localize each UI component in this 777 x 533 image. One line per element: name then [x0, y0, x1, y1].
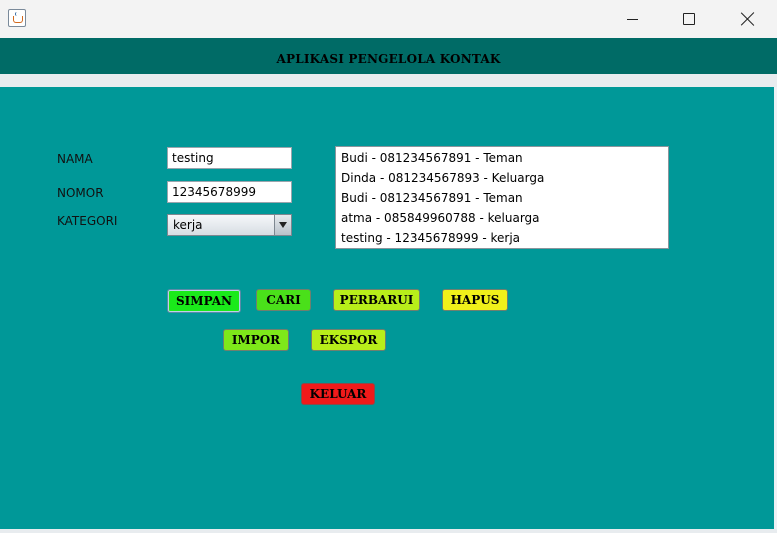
kategori-label: KATEGORI — [57, 214, 118, 228]
nama-label: NAMA — [57, 152, 93, 166]
close-icon — [741, 12, 755, 26]
window-titlebar — [0, 0, 777, 38]
list-item[interactable]: Budi - 081234567891 - Teman — [336, 188, 668, 208]
ekspor-button[interactable]: EKSPOR — [311, 329, 386, 351]
keluar-button[interactable]: KELUAR — [301, 383, 375, 405]
minimize-button[interactable] — [609, 0, 655, 38]
page-title: APLIKASI PENGELOLA KONTAK — [276, 52, 501, 66]
nama-input[interactable] — [167, 147, 292, 169]
simpan-button[interactable]: SIMPAN — [167, 289, 241, 313]
cari-button[interactable]: CARI — [256, 289, 311, 311]
header-separator — [0, 74, 777, 87]
java-cup-icon[interactable] — [8, 9, 26, 27]
hapus-button[interactable]: HAPUS — [442, 289, 508, 311]
list-item[interactable]: Budi - 081234567891 - Teman — [336, 148, 668, 168]
minimize-icon — [626, 18, 638, 20]
maximize-icon — [683, 13, 695, 25]
maximize-button[interactable] — [666, 0, 712, 38]
close-button[interactable] — [725, 0, 771, 38]
list-item[interactable]: atma - 085849960788 - keluarga — [336, 208, 668, 228]
app-header: APLIKASI PENGELOLA KONTAK — [0, 38, 777, 74]
list-item[interactable]: testing - 12345678999 - kerja — [336, 228, 668, 248]
window-bottom-border — [0, 529, 777, 533]
kategori-select[interactable]: kerja — [167, 214, 292, 236]
list-item[interactable]: Dinda - 081234567893 - Keluarga — [336, 168, 668, 188]
kategori-selected-value: kerja — [173, 218, 203, 232]
nomor-label: NOMOR — [57, 186, 104, 200]
chevron-down-icon[interactable] — [274, 215, 291, 235]
perbarui-button[interactable]: PERBARUI — [333, 289, 420, 311]
contact-list[interactable]: Budi - 081234567891 - Teman Dinda - 0812… — [335, 146, 669, 249]
impor-button[interactable]: IMPOR — [223, 329, 289, 351]
nomor-input[interactable] — [167, 181, 292, 203]
